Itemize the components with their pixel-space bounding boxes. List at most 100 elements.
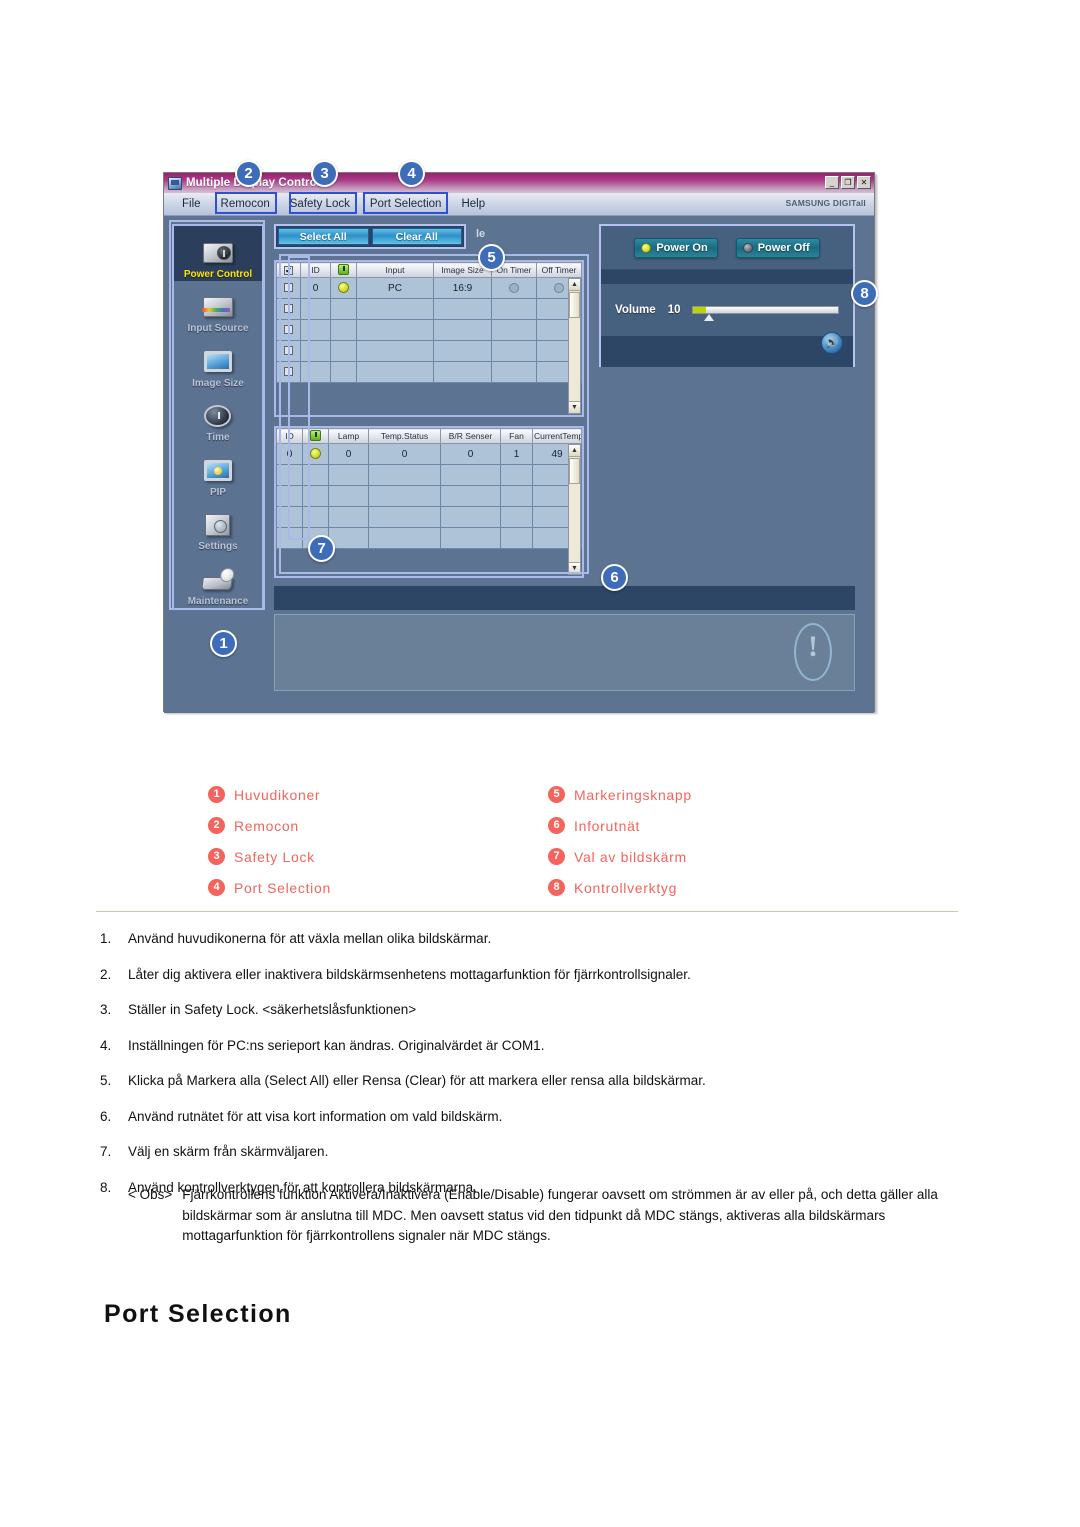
legend-number-5: 5 xyxy=(548,786,565,803)
legend-item-3: 3 Safety Lock xyxy=(208,841,331,872)
legend-number-4: 4 xyxy=(208,879,225,896)
legend-label-4: Port Selection xyxy=(234,879,331,896)
legend-item-2: 2 Remocon xyxy=(208,810,331,841)
volume-slider-fill xyxy=(693,307,707,313)
note-block: < Obs> Fjärrkontrollens funktion Aktiver… xyxy=(128,1185,940,1247)
callout-box-safety-lock xyxy=(289,192,357,214)
samsung-brand-logo: SAMSUNG DIGITall xyxy=(785,198,866,208)
menu-item-help[interactable]: Help xyxy=(451,196,495,212)
note-label: < Obs> xyxy=(128,1187,173,1202)
badge-1: 1 xyxy=(210,630,237,657)
speaker-icon[interactable]: 🔊 xyxy=(821,332,843,354)
step-item-4: 4. Inställningen för PC:ns serieport kan… xyxy=(100,1037,980,1054)
step-text-5: Klicka på Markera alla (Select All) elle… xyxy=(128,1073,706,1088)
mdc-screenshot: Multiple Display Control _ ❐ ✕ File Remo… xyxy=(163,160,878,717)
callout-box-port-selection xyxy=(363,192,448,214)
step-text-6: Använd rutnätet för att visa kort inform… xyxy=(128,1108,503,1124)
callout-box-remocon xyxy=(215,192,277,214)
legend-column-left: 1 Huvudikoner 2 Remocon 3 Safety Lock 4 … xyxy=(208,779,331,903)
legend-number-3: 3 xyxy=(208,848,225,865)
step-number-4: 4. xyxy=(100,1037,112,1053)
panel-divider xyxy=(601,270,853,284)
steps-list: 1. Använd huvudikonerna för att växla me… xyxy=(100,930,980,1214)
power-off-label: Power Off xyxy=(757,241,810,254)
power-on-label: Power On xyxy=(656,241,708,254)
step-number-3: 3. xyxy=(100,1002,112,1017)
step-number-1: 1. xyxy=(100,931,112,946)
step-text-7: Välj en skärm från skärmväljaren. xyxy=(128,1144,329,1159)
step-number-2: 2. xyxy=(100,966,112,982)
step-number-6: 6. xyxy=(100,1108,112,1124)
power-on-led-icon xyxy=(641,242,652,253)
legend-label-7: Val av bildskärm xyxy=(574,848,687,865)
step-item-2: 2. Låter dig aktivera eller inaktivera b… xyxy=(100,966,980,983)
maximize-button[interactable]: ❐ xyxy=(841,176,855,189)
title-bar: Multiple Display Control _ ❐ ✕ xyxy=(164,173,874,193)
legend-label-8: Kontrollverktyg xyxy=(574,879,678,896)
step-item-7: 7. Välj en skärm från skärmväljaren. xyxy=(100,1143,980,1160)
step-number-7: 7. xyxy=(100,1144,112,1159)
legend-label-5: Markeringsknapp xyxy=(574,786,692,803)
step-text-4: Inställningen för PC:ns serieport kan än… xyxy=(128,1037,545,1053)
step-text-1: Använd huvudikonerna för att växla mella… xyxy=(128,931,492,946)
step-number-8: 8. xyxy=(100,1179,112,1195)
badge-8: 8 xyxy=(851,280,878,307)
step-text-3: Ställer in Safety Lock. <säkerhetslåsfun… xyxy=(128,1002,417,1017)
volume-label: Volume xyxy=(615,304,656,316)
volume-row: Volume 10 xyxy=(601,284,853,336)
legend-number-7: 7 xyxy=(548,848,565,865)
legend-item-5: 5 Markeringsknapp xyxy=(548,779,692,810)
close-button[interactable]: ✕ xyxy=(857,176,871,189)
volume-slider[interactable] xyxy=(692,306,839,321)
minimize-button[interactable]: _ xyxy=(825,176,839,189)
volume-value: 10 xyxy=(667,304,681,316)
note-text: Fjärrkontrollens funktion Aktivera/Inakt… xyxy=(182,1187,938,1243)
power-on-button[interactable]: Power On xyxy=(634,237,718,258)
legend-column-right: 5 Markeringsknapp 6 Inforutnät 7 Val av … xyxy=(548,779,692,903)
power-buttons-row: Power On Power Off xyxy=(601,226,853,270)
step-item-5: 5. Klicka på Markera alla (Select All) e… xyxy=(100,1072,980,1089)
step-text-2: Låter dig aktivera eller inaktivera bild… xyxy=(128,966,691,982)
step-item-1: 1. Använd huvudikonerna för att växla me… xyxy=(100,930,980,947)
legend-label-6: Inforutnät xyxy=(574,817,641,834)
page-title: Port Selection xyxy=(104,1300,292,1328)
legend-label-2: Remocon xyxy=(234,817,299,834)
badge-3: 3 xyxy=(311,160,338,187)
badge-6: 6 xyxy=(601,564,628,591)
select-all-button[interactable]: Select All xyxy=(278,228,369,245)
legend-item-6: 6 Inforutnät xyxy=(548,810,692,841)
mute-row: 🔊 xyxy=(601,332,853,367)
menu-item-file[interactable]: File xyxy=(172,196,211,212)
status-strip-light xyxy=(274,614,855,691)
callout-box-grids xyxy=(279,254,589,574)
enable-label: le xyxy=(476,228,486,240)
app-icon xyxy=(168,176,182,190)
legend-label-3: Safety Lock xyxy=(234,848,315,865)
legend-number-8: 8 xyxy=(548,879,565,896)
power-off-button[interactable]: Power Off xyxy=(735,237,820,258)
power-off-led-icon xyxy=(742,242,753,253)
legend-item-4: 4 Port Selection xyxy=(208,872,331,903)
control-panel: Power On Power Off Volume 10 🔊 xyxy=(599,224,855,367)
badge-7: 7 xyxy=(308,535,335,562)
selection-button-bar: Select All Clear All xyxy=(274,224,466,249)
legend-item-7: 7 Val av bildskärm xyxy=(548,841,692,872)
clear-all-button[interactable]: Clear All xyxy=(371,228,462,245)
volume-slider-handle[interactable] xyxy=(703,314,714,321)
badge-4: 4 xyxy=(398,160,425,187)
status-strip-dark xyxy=(274,586,855,610)
legend-item-8: 8 Kontrollverktyg xyxy=(548,872,692,903)
window-controls: _ ❐ ✕ xyxy=(825,176,871,189)
exclamation-logo-icon xyxy=(794,623,832,681)
step-item-3: 3. Ställer in Safety Lock. <säkerhetslås… xyxy=(100,1001,980,1018)
step-number-5: 5. xyxy=(100,1073,112,1088)
legend-number-6: 6 xyxy=(548,817,565,834)
legend-number-2: 2 xyxy=(208,817,225,834)
badge-5: 5 xyxy=(478,244,505,271)
legend-label-1: Huvudikoner xyxy=(234,786,321,803)
badge-2: 2 xyxy=(235,160,262,187)
legend-number-1: 1 xyxy=(208,786,225,803)
step-item-6: 6. Använd rutnätet för att visa kort inf… xyxy=(100,1108,980,1125)
horizontal-divider xyxy=(96,911,958,912)
legend-item-1: 1 Huvudikoner xyxy=(208,779,331,810)
